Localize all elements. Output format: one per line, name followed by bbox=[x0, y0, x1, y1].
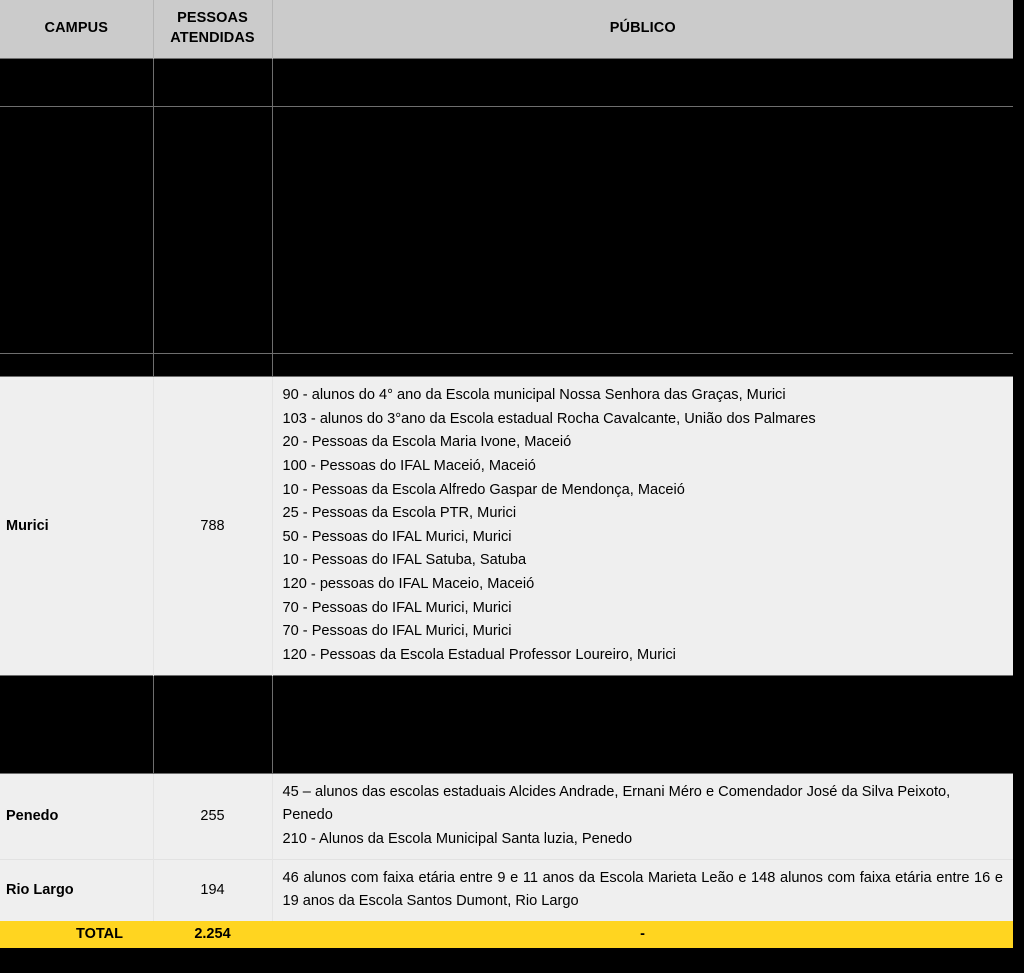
spreadsheet-sheet: CAMPUS PESSOAS ATENDIDAS PÚBLICO Murici 7… bbox=[0, 0, 1024, 973]
publico-line: 45 – alunos das escolas estaduais Alcide… bbox=[282, 783, 951, 824]
cell-pessoas-atendidas: 194 bbox=[153, 858, 273, 921]
table-row: Rio Largo 194 46 alunos com faixa etária e… bbox=[0, 858, 1013, 921]
cell-campus: Rio Largo bbox=[0, 858, 154, 921]
publico-line: 46 alunos com faixa etária entre 9 e 11 … bbox=[282, 869, 1004, 910]
publico-line: 10 - Pessoas da Escola Alfredo Gaspar de… bbox=[282, 481, 685, 498]
table-footer: TOTAL 2.254 - bbox=[0, 920, 1013, 948]
table-header: CAMPUS PESSOAS ATENDIDAS PÚBLICO bbox=[0, 0, 1013, 59]
publico-line: 100 - Pessoas do IFAL Maceió, Maceió bbox=[282, 457, 536, 474]
publico-line: 10 - Pessoas do IFAL Satuba, Satuba bbox=[282, 552, 527, 569]
right-redacted-area bbox=[1013, 0, 1024, 950]
public-attendance-table: CAMPUS PESSOAS ATENDIDAS PÚBLICO Murici 7… bbox=[0, 0, 1013, 948]
publico-line: 120 - pessoas do IFAL Maceio, Maceió bbox=[282, 576, 535, 593]
table-row-redacted bbox=[0, 58, 1013, 107]
publico-line: 70 - Pessoas do IFAL Murici, Murici bbox=[282, 599, 512, 616]
cell-pessoas-atendidas bbox=[153, 106, 273, 354]
publico-line: 210 - Alunos da Escola Municipal Santa l… bbox=[282, 830, 633, 847]
cell-pessoas-atendidas: 255 bbox=[153, 772, 273, 860]
total-count: 2.254 bbox=[153, 920, 272, 948]
cell-campus bbox=[0, 58, 154, 107]
cell-pessoas-atendidas bbox=[153, 353, 273, 377]
publico-line: 50 - Pessoas do IFAL Murici, Murici bbox=[282, 528, 512, 545]
column-header-pessoas-atendidas: PESSOAS ATENDIDAS bbox=[153, 0, 273, 59]
publico-line: 25 - Pessoas da Escola PTR, Murici bbox=[282, 505, 517, 522]
cell-publico: 46 alunos com faixa etária entre 9 e 11 … bbox=[272, 858, 1013, 921]
publico-line: 20 - Pessoas da Escola Maria Ivone, Mace… bbox=[282, 434, 572, 451]
table-header-row: CAMPUS PESSOAS ATENDIDAS PÚBLICO bbox=[0, 0, 1013, 59]
table-row-redacted bbox=[0, 674, 1013, 774]
cell-publico: 90 - alunos do 4° ano da Escola municipa… bbox=[272, 376, 1013, 676]
total-publico: - bbox=[272, 920, 1013, 948]
publico-line: 103 - alunos do 3°ano da Escola estadual… bbox=[282, 410, 816, 427]
table-body: Murici 788 90 - alunos do 4° ano da Escola… bbox=[0, 58, 1013, 921]
cell-publico bbox=[272, 106, 1013, 354]
cell-campus bbox=[0, 674, 154, 774]
column-header-pessoas-atendidas-line1: PESSOAS bbox=[177, 10, 248, 27]
column-header-campus: CAMPUS bbox=[0, 0, 154, 59]
cell-campus bbox=[0, 353, 154, 377]
cell-campus: Penedo bbox=[0, 772, 154, 860]
cell-publico bbox=[272, 353, 1013, 377]
publico-line: 90 - alunos do 4° ano da Escola municipa… bbox=[282, 387, 786, 403]
cell-campus bbox=[0, 106, 154, 354]
total-label: TOTAL bbox=[0, 920, 153, 948]
publico-line: 120 - Pessoas da Escola Estadual Profess… bbox=[282, 647, 676, 664]
table-row: Penedo 255 45 – alunos das escolas estadua… bbox=[0, 772, 1013, 860]
cell-pessoas-atendidas bbox=[153, 674, 273, 774]
table-row-redacted bbox=[0, 106, 1013, 354]
cell-publico: 45 – alunos das escolas estaduais Alcide… bbox=[272, 772, 1013, 860]
cell-publico bbox=[272, 58, 1013, 107]
cell-campus: Murici bbox=[0, 376, 154, 676]
bottom-redacted-area bbox=[0, 947, 1024, 973]
cell-publico bbox=[272, 674, 1013, 774]
column-header-publico: PÚBLICO bbox=[272, 0, 1013, 59]
column-header-pessoas-atendidas-line2: ATENDIDAS bbox=[170, 30, 255, 46]
total-row: TOTAL 2.254 - bbox=[0, 920, 1013, 948]
table-row-redacted bbox=[0, 353, 1013, 377]
cell-pessoas-atendidas bbox=[153, 58, 273, 107]
publico-line: 70 - Pessoas do IFAL Murici, Murici bbox=[282, 623, 512, 640]
cell-pessoas-atendidas: 788 bbox=[153, 376, 273, 676]
table-row: Murici 788 90 - alunos do 4° ano da Escola… bbox=[0, 376, 1013, 676]
